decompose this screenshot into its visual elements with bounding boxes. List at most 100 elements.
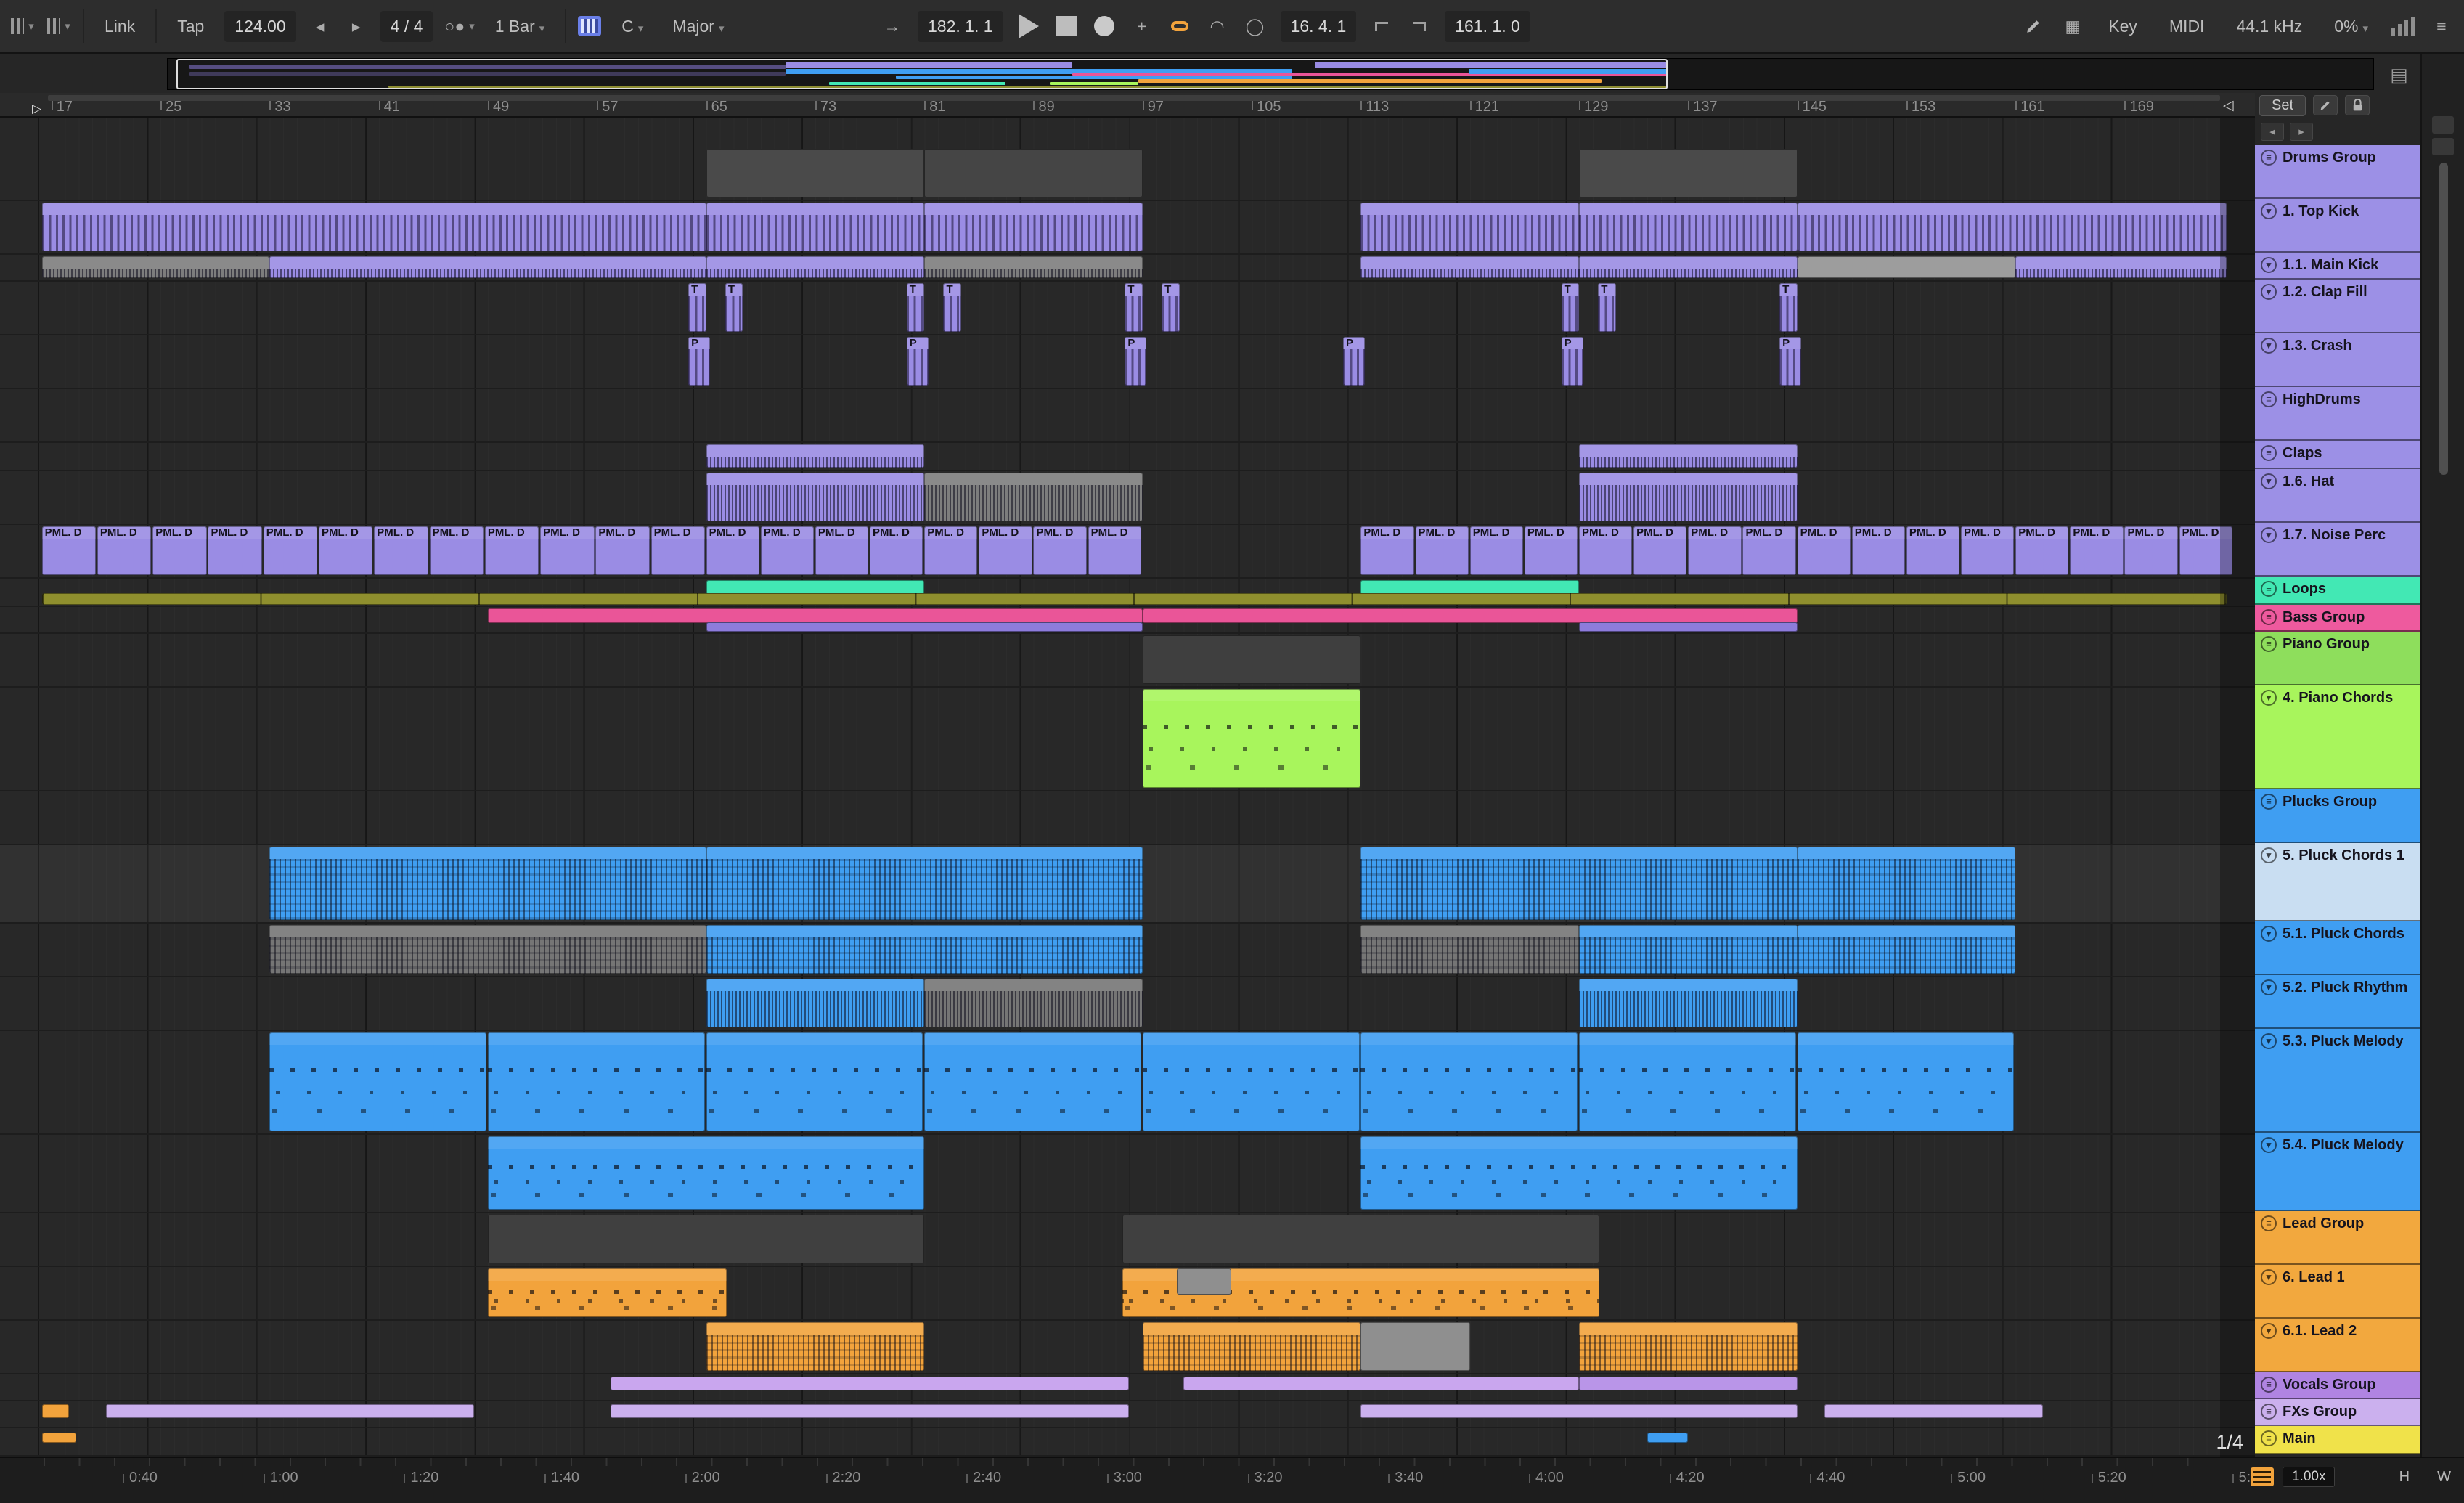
key-map-button[interactable]: Key — [2100, 11, 2146, 42]
track-fold-icon[interactable]: ▾ — [2261, 690, 2277, 706]
track-fold-icon[interactable]: ▾ — [2261, 203, 2277, 219]
track-header-highdrums[interactable]: ≡ HighDrums — [2255, 387, 2420, 441]
clip[interactable]: P — [906, 337, 929, 386]
track-lane-main[interactable] — [0, 1428, 2255, 1457]
lock-icon[interactable] — [2345, 95, 2370, 115]
arrangement-area[interactable]: T T T T T T T T T P P P P P P PML. D PML. D PML. D PML. DP… — [0, 118, 2255, 1457]
clip[interactable] — [1578, 622, 1798, 632]
track-lane-fxs-group[interactable] — [0, 1401, 2255, 1428]
clip[interactable]: T — [1561, 283, 1579, 332]
group-fold-icon[interactable]: ≡ — [2261, 1404, 2277, 1420]
clip[interactable] — [1142, 635, 1361, 684]
clip[interactable] — [924, 1032, 1141, 1131]
clip[interactable] — [487, 1268, 727, 1317]
zoom-level-field[interactable]: 1.00x — [2283, 1467, 2336, 1487]
clip[interactable] — [1578, 473, 1798, 521]
io-view-toggle-icon[interactable]: ▾ — [10, 12, 35, 40]
track-header-1-2-clap-fill[interactable]: ▾ 1.2. Clap Fill — [2255, 280, 2420, 333]
start-marker-icon[interactable]: ▷ — [32, 102, 41, 116]
arrangement-overview[interactable] — [167, 58, 2374, 90]
midi-map-button[interactable]: MIDI — [2161, 11, 2214, 42]
clip[interactable] — [1647, 1432, 1689, 1443]
set-button[interactable]: Set — [2259, 94, 2306, 116]
clip[interactable]: PML. D — [41, 526, 97, 575]
track-header-vocals-group[interactable]: ≡ Vocals Group — [2255, 1372, 2420, 1399]
clip[interactable]: PML. D — [760, 526, 814, 575]
metronome-icon[interactable]: ○● ▾ — [444, 12, 474, 40]
group-fold-icon[interactable]: ≡ — [2261, 636, 2277, 652]
clip[interactable]: T — [1162, 283, 1180, 332]
clip[interactable] — [1578, 149, 1798, 197]
clip[interactable]: P — [688, 337, 711, 386]
clip[interactable] — [706, 1032, 923, 1131]
clip[interactable] — [1578, 444, 1798, 468]
clip[interactable] — [1360, 1136, 1798, 1210]
clip[interactable]: PML. D — [1578, 526, 1633, 575]
clip[interactable] — [1360, 1032, 1578, 1131]
clip[interactable] — [487, 1032, 705, 1131]
clip[interactable] — [1360, 925, 1579, 974]
track-fold-icon[interactable]: ▾ — [2261, 1323, 2277, 1339]
arrangement-position-field[interactable]: 182. 1. 1 — [918, 10, 1003, 42]
overview-viewport[interactable] — [176, 59, 1668, 89]
clip[interactable]: T — [906, 283, 925, 332]
group-fold-icon[interactable]: ≡ — [2261, 1377, 2277, 1393]
scale-root-menu[interactable]: C ▾ — [613, 11, 652, 42]
grid-snap-icon[interactable]: ▦ — [2060, 12, 2085, 40]
clip[interactable] — [1183, 1376, 1579, 1391]
clip[interactable] — [487, 608, 1143, 624]
track-header-fxs-group[interactable]: ≡ FXs Group — [2255, 1399, 2420, 1426]
clip[interactable] — [706, 473, 925, 521]
clip[interactable] — [1360, 580, 1579, 595]
clip[interactable] — [1360, 1322, 1470, 1371]
clip[interactable] — [269, 847, 706, 920]
clip[interactable] — [269, 256, 706, 278]
bar-ruler[interactable]: ▷ ◁ 17 25 33 41 49 57 65 73 81 89 97 105 113 121 129 13… — [0, 93, 2255, 118]
clip[interactable] — [1578, 203, 1798, 251]
clip[interactable]: PML. D — [1797, 526, 1851, 575]
clip[interactable] — [1360, 256, 1579, 278]
clip[interactable]: T — [1598, 283, 1616, 332]
clip[interactable]: PML. D — [1906, 526, 1960, 575]
clip[interactable]: PML. D — [263, 526, 318, 575]
time-signature-field[interactable]: 4 / 4 — [380, 10, 433, 42]
clip[interactable] — [924, 256, 1143, 278]
clip[interactable]: PML. D — [1469, 526, 1523, 575]
clip[interactable] — [706, 925, 1143, 974]
vertical-scrollbar[interactable] — [2439, 163, 2448, 475]
automation-arm-icon[interactable]: ◠ — [1205, 12, 1230, 40]
nudge-down-icon[interactable]: ◂ — [308, 12, 333, 40]
clip[interactable] — [706, 444, 925, 468]
clip[interactable] — [41, 1432, 76, 1443]
clip[interactable] — [2015, 256, 2227, 278]
clip[interactable] — [487, 1215, 925, 1263]
track-lane-1-7-noise-perc[interactable]: PML. D PML. D PML. D PML. D PML. D PML. D PML.… — [0, 525, 2255, 579]
track-lane-5-plu-ck-chords-1[interactable] — [0, 845, 2255, 924]
clip[interactable] — [269, 925, 706, 974]
clip[interactable]: PML. D — [924, 526, 978, 575]
clip[interactable]: PML. D — [706, 526, 759, 575]
track-header-5-4-pluck-melody[interactable]: ▾ 5.4. Pluck Melody — [2255, 1133, 2420, 1211]
clip[interactable] — [1578, 1322, 1798, 1371]
track-lane-loops[interactable] — [0, 579, 2255, 607]
clip[interactable] — [1578, 256, 1798, 278]
track-lane-1-3-crash[interactable]: PPPPPP — [0, 335, 2255, 389]
overdub-icon[interactable] — [1167, 12, 1192, 40]
group-fold-icon[interactable]: ≡ — [2261, 581, 2277, 597]
track-header-1-3-crash[interactable]: ▾ 1.3. Crash — [2255, 333, 2420, 387]
track-fold-icon[interactable]: ▾ — [2261, 926, 2277, 942]
cpu-load-menu[interactable]: 0% ▾ — [2325, 11, 2377, 42]
record-button[interactable] — [1092, 12, 1117, 40]
track-lane-5-4-pluck-melody[interactable] — [0, 1135, 2255, 1213]
group-fold-icon[interactable]: ≡ — [2261, 794, 2277, 810]
quantize-menu[interactable]: 1 Bar ▾ — [486, 11, 554, 42]
clip[interactable] — [1360, 847, 1798, 920]
track-lane-1-1-main-kick[interactable] — [0, 255, 2255, 282]
play-button[interactable] — [1016, 12, 1041, 40]
zoom-in-icon[interactable] — [2432, 116, 2454, 134]
clip[interactable] — [706, 203, 925, 251]
clip[interactable]: T — [1125, 283, 1143, 332]
group-fold-icon[interactable]: ≡ — [2261, 150, 2277, 166]
track-header-piano-group[interactable]: ≡ Piano Group — [2255, 632, 2420, 685]
track-header-plucks-group[interactable]: ≡ Plucks Group — [2255, 789, 2420, 843]
